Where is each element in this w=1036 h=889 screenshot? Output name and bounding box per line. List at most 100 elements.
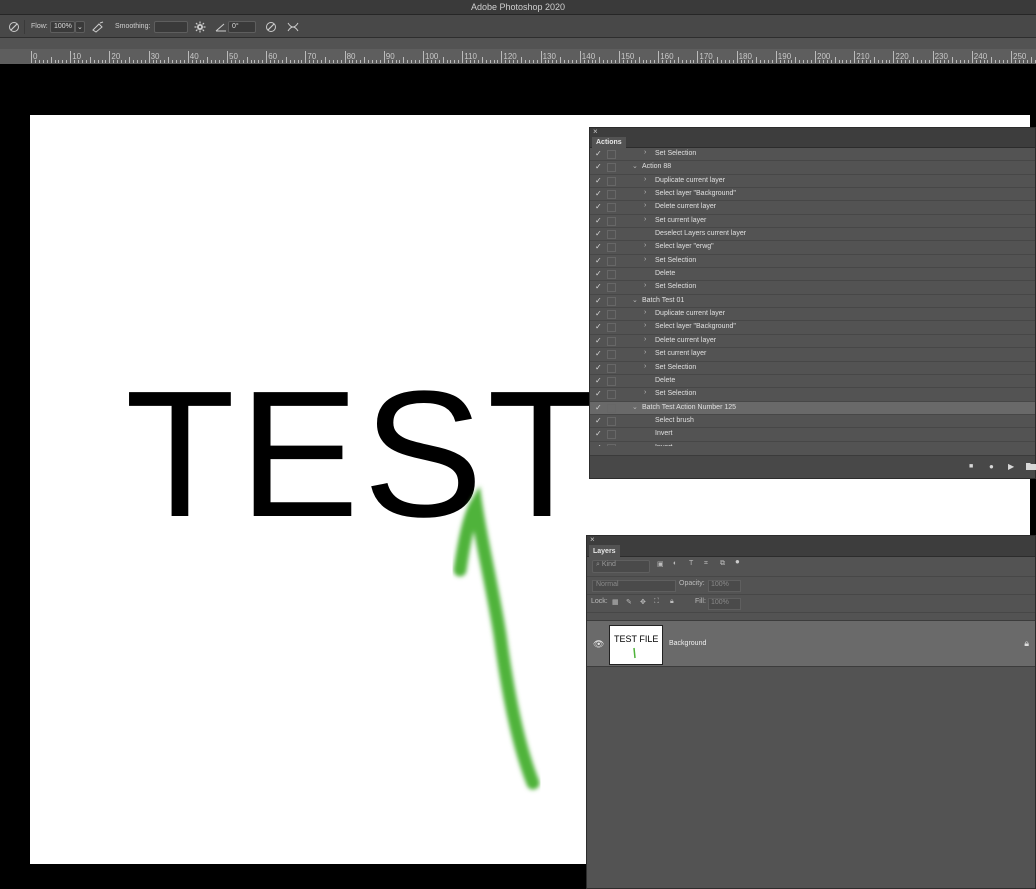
expand-icon[interactable]: ›	[644, 256, 646, 263]
toggle-check-icon[interactable]: ✓	[595, 309, 602, 318]
gear-icon[interactable]	[194, 15, 206, 38]
toggle-check-icon[interactable]: ✓	[595, 363, 602, 372]
toggle-check-icon[interactable]: ✓	[595, 176, 602, 185]
action-row[interactable]: ✓ › Select layer "erwg"	[590, 241, 1035, 255]
action-row[interactable]: ✓ › Delete current layer	[590, 335, 1035, 349]
type-filter-icon[interactable]: T	[689, 560, 693, 567]
action-row[interactable]: ✓ › Set current layer	[590, 348, 1035, 362]
dialog-toggle-box[interactable]	[607, 350, 616, 360]
toggle-check-icon[interactable]: ✓	[595, 336, 602, 345]
expand-icon[interactable]: ›	[644, 282, 646, 289]
action-row[interactable]: ✓ › Duplicate current layer	[590, 175, 1035, 189]
layer-item-background[interactable]: 👁︎ TEST FILE Background 🔒︎	[587, 620, 1035, 667]
kind-filter-dropdown[interactable]: ⌕ Kind	[592, 560, 650, 573]
eye-icon[interactable]: 👁︎	[593, 639, 604, 650]
dialog-toggle-box[interactable]	[607, 243, 616, 253]
toggle-check-icon[interactable]: ✓	[595, 162, 602, 171]
play-button[interactable]: ▶	[1008, 462, 1014, 471]
expand-icon[interactable]: ›	[644, 309, 646, 316]
tab-layers[interactable]: Layers	[589, 545, 620, 557]
action-row[interactable]: ✓ › Set Selection	[590, 362, 1035, 375]
expand-icon[interactable]: ›	[644, 242, 646, 249]
toggle-check-icon[interactable]: ✓	[595, 296, 602, 305]
expand-icon[interactable]: ›	[644, 149, 646, 156]
action-row[interactable]: ✓ › Set Selection	[590, 281, 1035, 295]
toggle-check-icon[interactable]: ✓	[595, 443, 602, 446]
tab-actions[interactable]: Actions	[592, 137, 626, 148]
lock-artboard-icon[interactable]: ⛶	[654, 598, 659, 606]
filter-toggle-icon[interactable]: ●	[735, 557, 740, 566]
dialog-toggle-box[interactable]	[607, 323, 616, 333]
dialog-toggle-box[interactable]	[607, 416, 616, 426]
toggle-check-icon[interactable]: ✓	[595, 269, 602, 278]
expand-icon[interactable]: ⌄	[632, 403, 638, 411]
blend-mode-dropdown[interactable]: Normal	[592, 580, 676, 592]
action-row[interactable]: ✓ Invert	[590, 428, 1035, 442]
expand-icon[interactable]: ›	[644, 176, 646, 183]
dialog-toggle-box[interactable]	[607, 256, 616, 266]
close-icon[interactable]: ×	[593, 127, 598, 136]
action-row[interactable]: ✓ ⌄ Action 88	[590, 161, 1035, 175]
dialog-toggle-box[interactable]	[607, 443, 616, 446]
dialog-toggle-box[interactable]	[607, 230, 616, 240]
smoothing-input[interactable]	[154, 20, 188, 33]
expand-icon[interactable]: ⌄	[632, 296, 638, 304]
toggle-check-icon[interactable]: ✓	[595, 202, 602, 211]
action-row[interactable]: ✓ › Set current layer	[590, 215, 1035, 229]
dialog-toggle-box[interactable]	[607, 283, 616, 293]
angle-input[interactable]: 0°	[228, 20, 256, 33]
expand-icon[interactable]: ›	[644, 202, 646, 209]
toggle-check-icon[interactable]: ✓	[595, 376, 602, 385]
dialog-toggle-box[interactable]	[607, 296, 616, 306]
close-icon[interactable]: ×	[590, 535, 595, 544]
action-row[interactable]: ✓ Deselect Layers current layer	[590, 228, 1035, 242]
action-row[interactable]: ✓ › Set Selection	[590, 148, 1035, 162]
dialog-toggle-box[interactable]	[607, 163, 616, 173]
action-row[interactable]: ✓ › Set Selection	[590, 255, 1035, 269]
expand-icon[interactable]: ›	[644, 349, 646, 356]
dialog-toggle-box[interactable]	[607, 336, 616, 346]
dialog-toggle-box[interactable]	[607, 376, 616, 386]
record-button[interactable]: ●	[989, 462, 994, 471]
action-row[interactable]: ✓ › Set Selection	[590, 388, 1035, 402]
lock-image-icon[interactable]: ✎	[626, 598, 632, 606]
dialog-toggle-box[interactable]	[607, 310, 616, 320]
dialog-toggle-box[interactable]	[607, 176, 616, 186]
action-row[interactable]: ✓ ⌄ Batch Test 01	[590, 295, 1035, 309]
toggle-check-icon[interactable]: ✓	[595, 256, 602, 265]
pressure-opacity-icon[interactable]	[265, 15, 277, 38]
opacity-input[interactable]: 100%	[708, 580, 741, 592]
adjustment-filter-icon[interactable]: ◐	[673, 560, 677, 567]
toggle-check-icon[interactable]: ✓	[595, 322, 602, 331]
toggle-check-icon[interactable]: ✓	[595, 189, 602, 198]
action-row[interactable]: ✓ Delete	[590, 375, 1035, 389]
toggle-check-icon[interactable]: ✓	[595, 403, 602, 412]
dialog-toggle-box[interactable]	[607, 270, 616, 280]
toggle-check-icon[interactable]: ✓	[595, 349, 602, 358]
toggle-check-icon[interactable]: ✓	[595, 242, 602, 251]
toggle-check-icon[interactable]: ✓	[595, 216, 602, 225]
action-row[interactable]: ✓ ⌄ Batch Test Action Number 125	[590, 401, 1035, 415]
dialog-toggle-box[interactable]	[607, 216, 616, 226]
symmetry-icon[interactable]	[286, 15, 300, 38]
toggle-check-icon[interactable]: ✓	[595, 416, 602, 425]
stop-button[interactable]: ■	[969, 463, 973, 470]
airbrush-icon[interactable]	[91, 15, 105, 38]
lock-transparent-icon[interactable]: ▦	[612, 598, 619, 606]
new-set-folder-icon[interactable]	[1026, 462, 1036, 472]
toggle-check-icon[interactable]: ✓	[595, 229, 602, 238]
action-row[interactable]: ✓ › Select layer "Background"	[590, 321, 1035, 335]
brush-preset-icon[interactable]	[8, 15, 20, 38]
shape-filter-icon[interactable]: ⌗	[704, 560, 708, 568]
action-row[interactable]: ✓ Select brush	[590, 415, 1035, 429]
dialog-toggle-box[interactable]	[607, 150, 616, 159]
smart-object-filter-icon[interactable]: ⧉	[720, 560, 725, 568]
dialog-toggle-box[interactable]	[607, 203, 616, 213]
fill-input[interactable]: 100%	[708, 598, 741, 610]
expand-icon[interactable]: ›	[644, 363, 646, 370]
dialog-toggle-box[interactable]	[607, 363, 616, 373]
dialog-toggle-box[interactable]	[607, 403, 616, 413]
action-row[interactable]: ✓ › Delete current layer	[590, 201, 1035, 215]
dialog-toggle-box[interactable]	[607, 390, 616, 400]
action-row[interactable]: ✓ Delete	[590, 268, 1035, 282]
